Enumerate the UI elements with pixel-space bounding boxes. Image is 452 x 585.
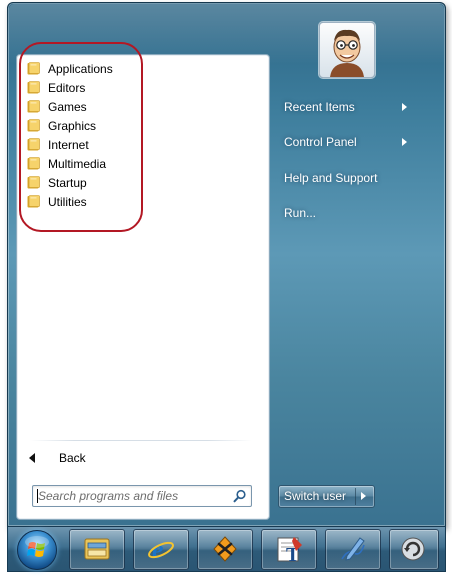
media-player-icon [213,536,237,562]
program-item-games[interactable]: Games [23,97,253,116]
program-label: Applications [48,61,113,76]
taskbar-refresh-app[interactable] [389,529,439,570]
back-arrow-icon [29,453,35,463]
program-item-internet[interactable]: Internet [23,135,253,154]
program-item-startup[interactable]: Startup [23,173,253,192]
folder-icon [27,62,40,75]
program-label: Startup [48,175,87,190]
folder-icon [27,119,40,132]
chevron-right-icon[interactable] [361,492,366,500]
program-label: Games [48,99,87,114]
run-menu[interactable]: Run... [284,204,424,222]
drawing-pen-icon [341,537,365,561]
taskbar-media-player[interactable] [197,529,253,570]
cartoon-avatar [330,29,364,77]
program-label: Editors [48,80,86,95]
windows-orb-icon[interactable] [17,530,57,570]
control-panel-menu[interactable]: Control Panel [284,133,424,151]
windows-logo-icon [25,536,49,557]
program-label: Internet [48,137,89,152]
switch-user-label: Switch user [284,489,347,503]
switch-user-button[interactable]: Switch user [278,485,375,508]
program-item-utilities[interactable]: Utilities [23,192,253,211]
taskbar-internet-explorer[interactable]: e [133,529,189,570]
search-box[interactable] [32,485,252,507]
button-divider [355,488,356,505]
submenu-arrow-icon [402,103,407,111]
control-panel-label: Control Panel [284,135,357,149]
back-label: Back [59,451,86,465]
internet-explorer-icon: e [148,535,174,563]
program-item-multimedia[interactable]: Multimedia [23,154,253,173]
folder-icon [27,138,40,151]
run-label: Run... [284,206,317,220]
taskbar-file-manager[interactable] [69,529,125,570]
recent-items-menu[interactable]: Recent Items [284,98,424,116]
submenu-arrow-icon [402,138,407,146]
menu-separator [30,440,252,441]
program-item-applications[interactable]: Applications [23,59,253,78]
program-label: Multimedia [48,156,107,171]
recent-items-label: Recent Items [284,100,355,114]
taskbar-drawing-app[interactable] [325,529,381,570]
folder-icon [27,100,40,113]
program-label: Graphics [48,118,97,133]
taskbar-text-editor[interactable]: T [261,529,317,570]
refresh-icon [401,537,425,561]
program-label: Utilities [48,194,87,209]
taskbar: e T [7,526,446,572]
search-input[interactable] [38,488,228,503]
file-manager-icon [84,538,110,560]
back-button[interactable]: Back [26,448,146,468]
search-icon[interactable] [233,489,247,503]
folder-icon [27,195,40,208]
program-list: Applications Editors Games Graphics Inte… [23,59,253,211]
help-support-label: Help and Support [284,171,378,185]
user-avatar-tile[interactable] [319,22,375,78]
program-item-editors[interactable]: Editors [23,78,253,97]
folder-icon [27,81,40,94]
folder-icon [27,176,40,189]
program-item-graphics[interactable]: Graphics [23,116,253,135]
folder-icon [27,157,40,170]
text-editor-icon: T [277,537,302,563]
help-support-menu[interactable]: Help and Support [284,169,424,187]
